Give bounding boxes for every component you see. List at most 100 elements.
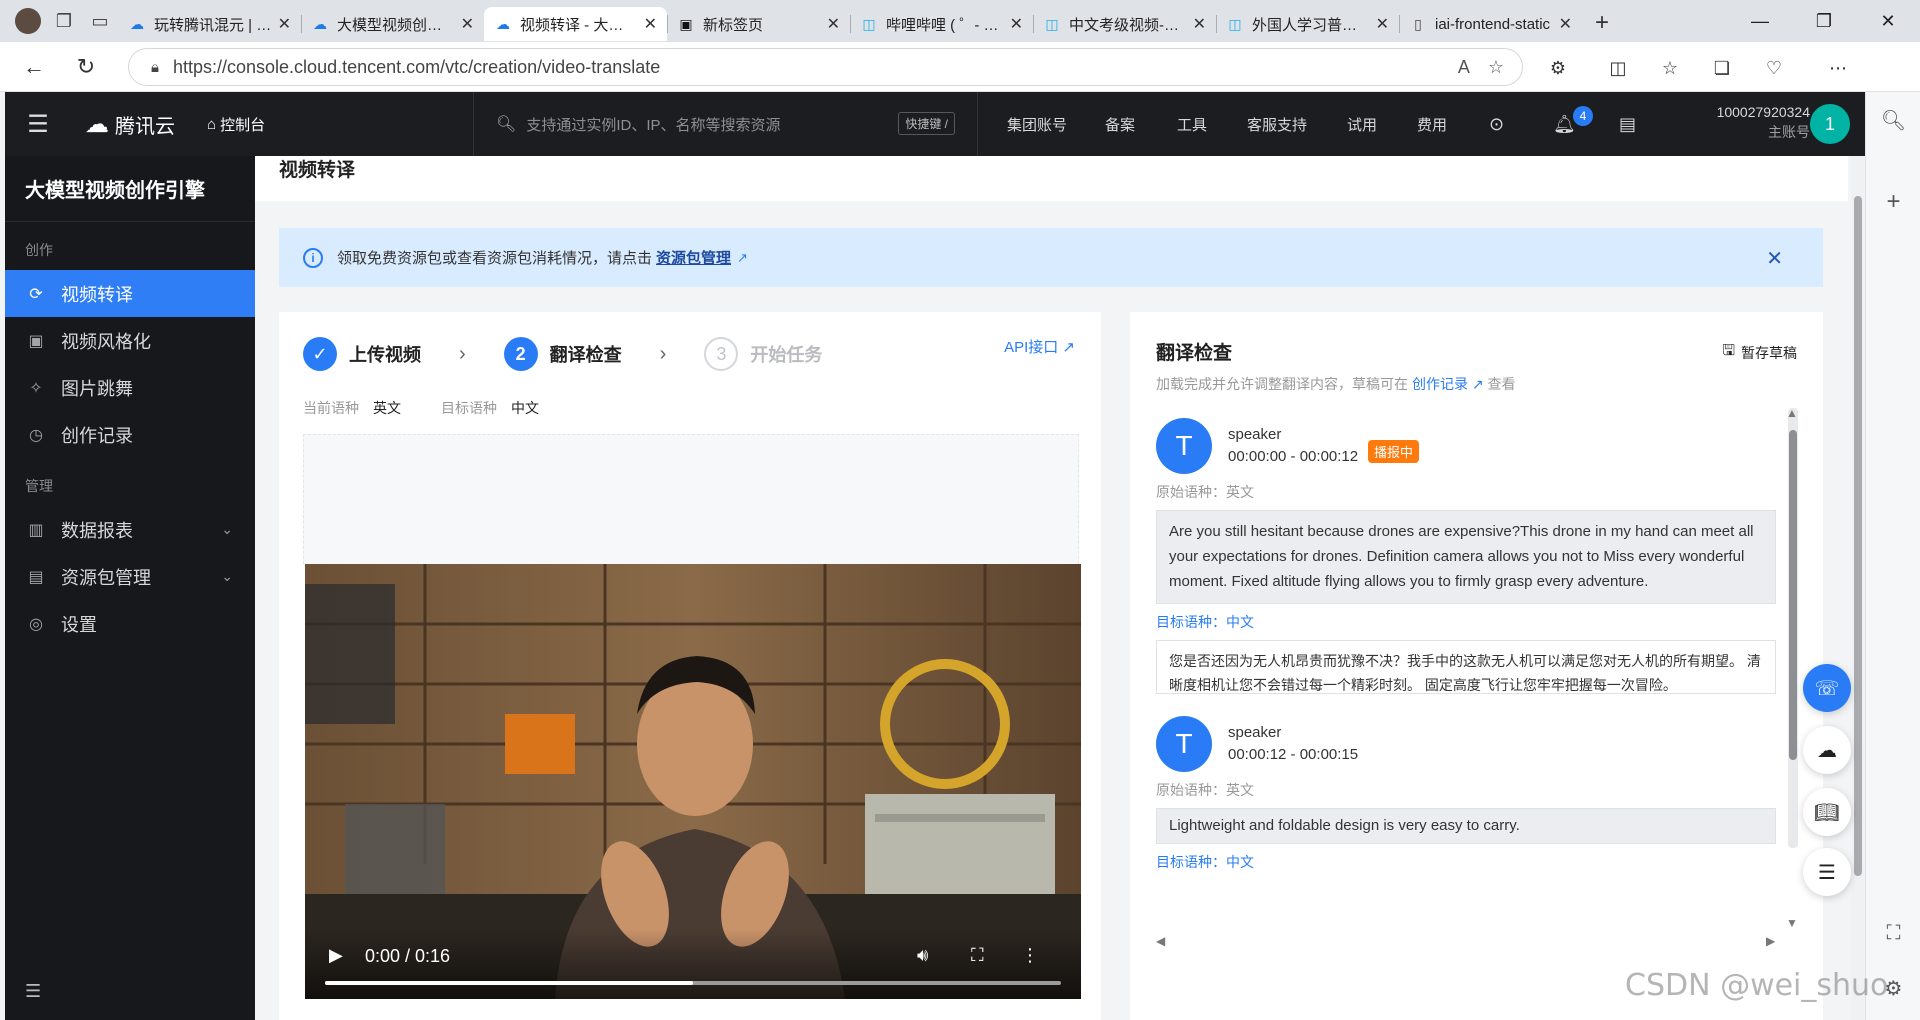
console-home-link[interactable]: ⌂ 控制台	[207, 114, 265, 135]
scrollbar-thumb[interactable]	[1789, 430, 1797, 760]
cloud-assistant-icon[interactable]: ☁	[1803, 726, 1851, 774]
minimize-icon[interactable]: —	[1728, 0, 1792, 42]
video-progress-bar[interactable]	[325, 981, 1061, 985]
workflow-steps: ✓ 上传视频 › 2 翻译检查 › 3 开始任务	[303, 336, 822, 372]
translation-panel: 翻译检查 🖫 暂存草稿 加载完成并允许调整翻译内容，草稿可在 创作记录 ↗ 查看 …	[1130, 312, 1823, 1020]
bell-icon[interactable]: 🔔︎	[1553, 92, 1576, 156]
favorite-star-icon[interactable]: ☆	[1488, 57, 1504, 78]
read-aloud-icon[interactable]: A	[1458, 57, 1470, 78]
screenshot-icon[interactable]: ⛶	[1866, 922, 1920, 945]
list-item: T speaker 00:00:00 - 00:00:12 播报中 原始语种：英…	[1156, 418, 1776, 716]
sidebar-item-image-dance[interactable]: ✧ 图片跳舞	[5, 364, 255, 411]
close-tab-icon[interactable]: ✕	[278, 14, 291, 34]
tab-actions-icon[interactable]: ▭	[82, 3, 118, 39]
scroll-left-icon[interactable]: ◀	[1156, 934, 1165, 948]
favorites-icon[interactable]: ☆	[1652, 50, 1688, 86]
collections-icon[interactable]: ❏	[1704, 50, 1740, 86]
play-icon[interactable]: ▶	[329, 945, 343, 966]
page-title: 视频转译	[255, 156, 1848, 201]
nav-support[interactable]: 客服支持	[1247, 92, 1307, 156]
workorder-icon[interactable]: ▤	[1619, 92, 1636, 156]
package-management-link[interactable]: 资源包管理	[656, 247, 731, 268]
close-tab-icon[interactable]: ✕	[827, 14, 840, 34]
nav-filing[interactable]: 备案	[1105, 92, 1135, 156]
browser-tab-active[interactable]: ☁视频转译 - 大模型视频创作引擎✕	[484, 7, 667, 41]
nav-billing[interactable]: 费用	[1417, 92, 1447, 156]
chevron-down-icon: ⌄	[221, 521, 233, 537]
close-window-icon[interactable]: ✕	[1856, 0, 1920, 42]
docs-book-icon[interactable]: 📖︎	[1803, 788, 1851, 836]
new-tab-icon[interactable]: +	[1582, 6, 1622, 40]
browser-essentials-icon[interactable]: ♡	[1756, 50, 1792, 86]
add-icon[interactable]: +	[1866, 188, 1920, 216]
sidebar-item-reports[interactable]: ▥ 数据报表 ⌄	[5, 506, 255, 553]
browser-tab[interactable]: ◫哔哩哔哩 ( ゜- ゜)つロ✕	[850, 7, 1033, 41]
customer-service-icon[interactable]: ☏	[1803, 664, 1851, 712]
back-icon[interactable]: ←	[12, 47, 56, 87]
sidebar-item-video-translate[interactable]: ⟳ 视频转译	[5, 270, 255, 317]
browser-tab[interactable]: ☁大模型视频创作引擎✕	[301, 7, 484, 41]
sidebar-item-video-style[interactable]: ▣ 视频风格化	[5, 317, 255, 364]
browser-tab[interactable]: ▯ iai-frontend-static ✕	[1399, 7, 1582, 41]
cloud-logo-icon: ☁	[85, 110, 109, 138]
more-menu-icon[interactable]: ⋯	[1820, 50, 1856, 86]
menu-group-manage: 管理	[25, 478, 53, 494]
browser-tab[interactable]: ☁玩转腾讯混元 | 腾讯云✕	[118, 7, 301, 41]
more-options-icon[interactable]: ⋮	[1021, 945, 1039, 966]
resource-search-input[interactable]: 🔍︎ 支持通过实例ID、IP、名称等搜索资源 快捷键 /	[473, 92, 978, 156]
search-icon[interactable]: 🔍︎	[1866, 108, 1920, 133]
step-done-check-icon: ✓	[303, 337, 337, 371]
close-tab-icon[interactable]: ✕	[1559, 14, 1572, 34]
collapse-sidebar-icon[interactable]: ☰	[25, 981, 41, 1002]
fullscreen-icon[interactable]: ⛶	[971, 945, 984, 966]
save-icon: 🖫	[1722, 342, 1735, 359]
history-link[interactable]: 创作记录	[1412, 376, 1468, 392]
scroll-down-icon[interactable]: ▼	[1786, 916, 1798, 930]
profile-avatar-icon[interactable]	[10, 3, 46, 39]
sidebar-item-packages[interactable]: ▤ 资源包管理 ⌄	[5, 553, 255, 600]
console-header: ☰ ☁ 腾讯云 ⌂ 控制台 🔍︎ 支持通过实例ID、IP、名称等搜索资源 快捷键…	[5, 92, 1865, 156]
scroll-right-icon[interactable]: ▶	[1766, 934, 1775, 948]
hamburger-menu-icon[interactable]: ☰	[5, 92, 71, 156]
close-icon[interactable]: ✕	[1766, 246, 1783, 271]
close-tab-icon[interactable]: ✕	[1010, 14, 1023, 34]
nav-tools[interactable]: 工具	[1177, 92, 1207, 156]
account-info[interactable]: 100027920324 主账号	[1690, 102, 1810, 142]
source-lang-label: 原始语种：英文	[1156, 484, 1254, 500]
nav-trial[interactable]: 试用	[1347, 92, 1377, 156]
segment-scrollbar[interactable]	[1788, 408, 1798, 848]
workspaces-icon[interactable]: ❐	[46, 3, 82, 39]
bar-chart-icon: ▥	[28, 521, 44, 539]
close-tab-icon[interactable]: ✕	[461, 14, 474, 34]
save-draft-button[interactable]: 🖫 暂存草稿	[1722, 340, 1797, 365]
shortcut-hint: 快捷键 /	[898, 112, 955, 135]
browser-tab[interactable]: ◫中文考级视频-哔哩哔哩✕	[1033, 7, 1216, 41]
avatar[interactable]: 1	[1810, 104, 1850, 144]
url-field[interactable]: 🔒︎ https://console.cloud.tencent.com/vtc…	[128, 48, 1523, 86]
scroll-up-icon[interactable]: ▲	[1786, 406, 1798, 420]
scrollbar-thumb[interactable]	[1854, 196, 1862, 876]
browser-tab[interactable]: ▣ 新标签页 ✕	[667, 7, 850, 41]
browser-sidebar: 🔍︎ + ⛶ ⚙	[1865, 92, 1920, 1020]
restore-icon[interactable]: ❐	[1792, 0, 1856, 42]
info-icon: i	[303, 247, 323, 268]
split-screen-icon[interactable]: ◫	[1600, 50, 1636, 86]
nav-group-account[interactable]: 集团账号	[1007, 92, 1067, 156]
close-tab-icon[interactable]: ✕	[1193, 14, 1206, 34]
sidebar-item-settings[interactable]: ◎ 设置	[5, 600, 255, 647]
target-text-input[interactable]: 您是否还因为无人机昂贵而犹豫不决？我手中的这款无人机可以满足您对无人机的所有期望…	[1156, 640, 1776, 694]
close-tab-icon[interactable]: ✕	[1376, 14, 1389, 34]
extensions-icon[interactable]: ⚙	[1540, 50, 1576, 86]
volume-icon[interactable]: 🔊︎	[917, 945, 928, 966]
list-menu-icon[interactable]: ☰	[1803, 848, 1851, 896]
ai-assistant-icon[interactable]: ⊙	[1489, 92, 1504, 156]
close-tab-icon[interactable]: ✕	[644, 14, 657, 34]
tencent-cloud-logo[interactable]: ☁ 腾讯云	[85, 110, 175, 139]
api-link[interactable]: API接口 ↗	[1004, 336, 1075, 357]
video-player[interactable]: ▶ 0:00 / 0:16 🔊︎ ⛶ ⋮	[305, 564, 1081, 999]
page-scrollbar[interactable]	[1851, 156, 1865, 1020]
sidebar-item-history[interactable]: ◷ 创作记录	[5, 411, 255, 458]
status-badge: 播报中	[1368, 440, 1420, 463]
browser-tab[interactable]: ◫ 外国人学习普通话 ✕	[1216, 7, 1399, 41]
reload-icon[interactable]: ↻	[64, 47, 108, 87]
